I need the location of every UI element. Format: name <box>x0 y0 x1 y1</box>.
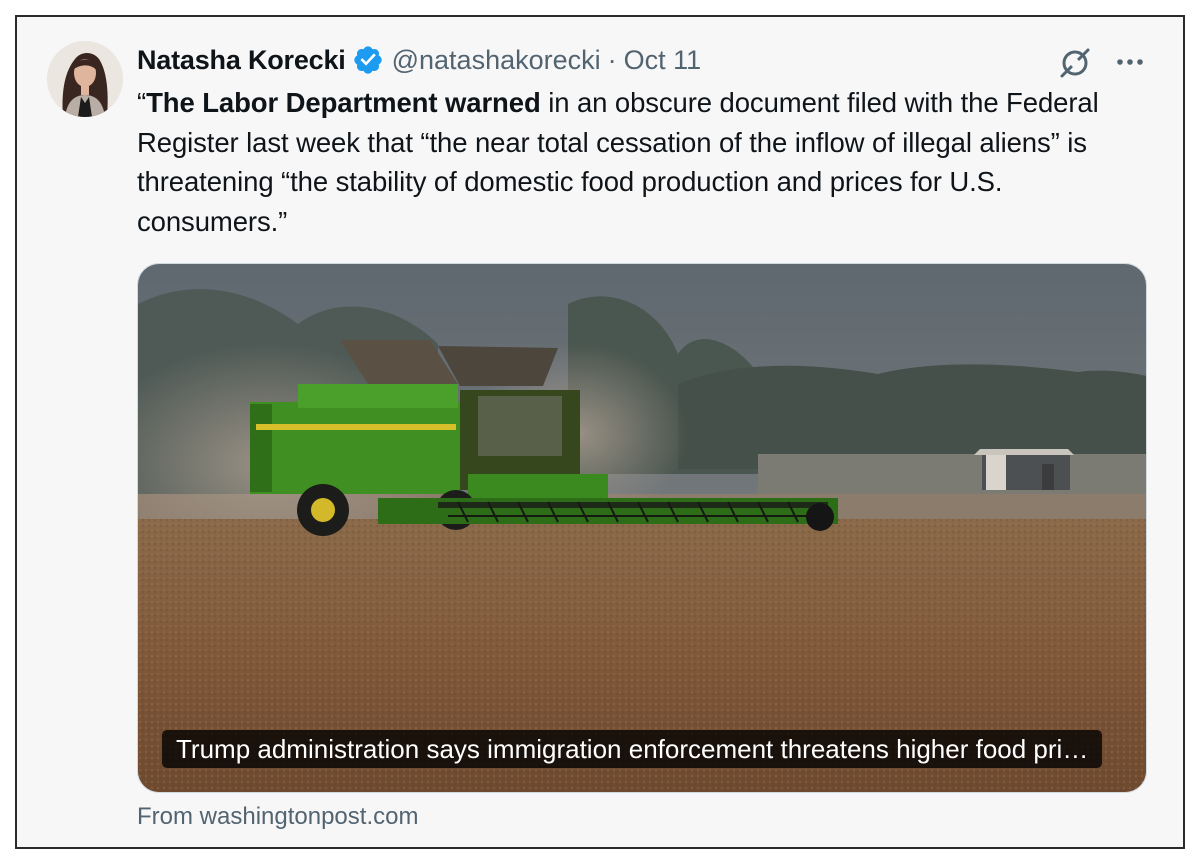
header-separator: · <box>607 44 617 75</box>
combine-harvester-field-photo <box>138 264 1146 792</box>
author-display-name[interactable]: Natasha Korecki <box>137 45 346 76</box>
post-date[interactable]: Oct 11 <box>624 45 702 76</box>
grok-icon[interactable] <box>1057 45 1093 81</box>
link-card[interactable]: Trump administration says immigration en… <box>137 263 1147 793</box>
tweet-text: “The Labor Department warned in an obscu… <box>137 83 1147 241</box>
link-card-source[interactable]: From washingtonpost.com <box>137 803 418 831</box>
tweet-header: Natasha Korecki @natashakorecki · Oct 11 <box>137 43 701 77</box>
link-card-title[interactable]: Trump administration says immigration en… <box>162 730 1103 768</box>
author-avatar[interactable] <box>47 41 123 117</box>
verified-badge-icon[interactable] <box>352 44 384 76</box>
more-options-icon[interactable] <box>1113 47 1147 77</box>
author-handle[interactable]: @natashakorecki <box>392 45 601 76</box>
farm-shed <box>974 449 1074 490</box>
tweet-text-open-quote: “ <box>137 87 147 118</box>
tweet-container: Natasha Korecki @natashakorecki · Oct 11… <box>15 15 1185 849</box>
tweet-text-bold: The Labor Department warned <box>146 87 541 118</box>
